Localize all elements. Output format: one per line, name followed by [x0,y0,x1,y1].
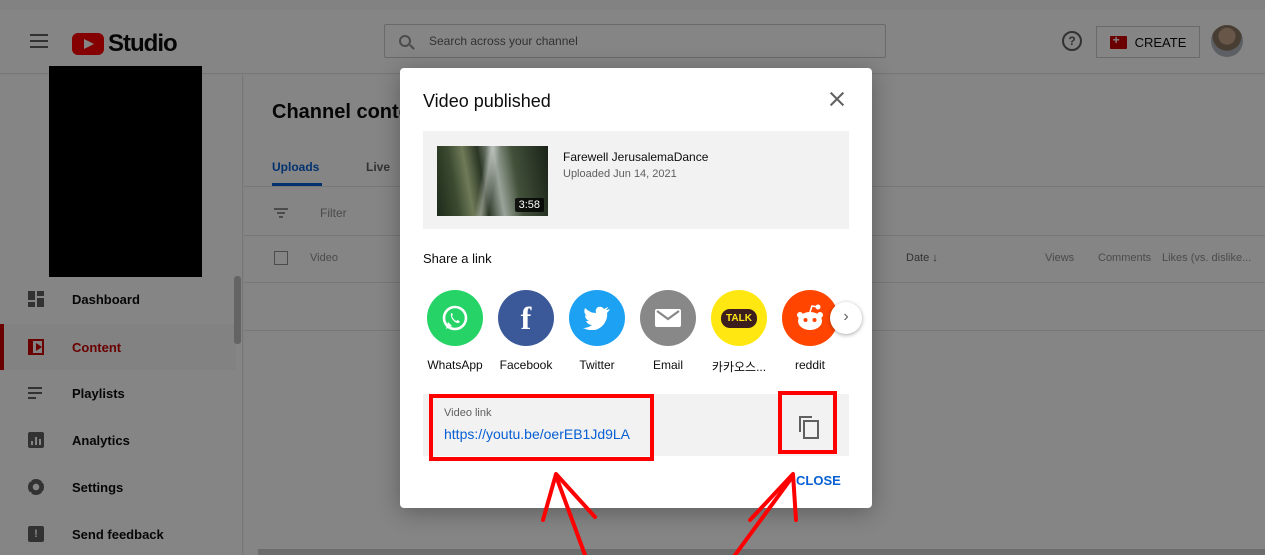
annotation-arrows [541,472,798,555]
annotation-arrow-shaft-right [733,474,795,555]
